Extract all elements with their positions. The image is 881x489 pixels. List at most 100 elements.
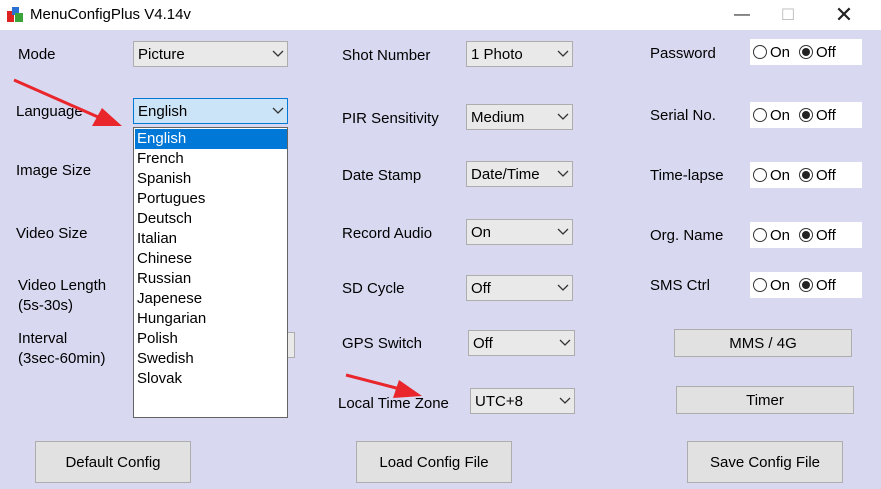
date-stamp-label: Date Stamp: [342, 167, 422, 184]
shot-number-value: 1 Photo: [471, 45, 523, 63]
record-audio-value: On: [471, 223, 492, 241]
chevron-down-icon: [554, 162, 572, 186]
language-option[interactable]: French: [135, 149, 287, 169]
radio-label: Off: [816, 166, 836, 184]
language-option[interactable]: Russian: [135, 269, 287, 289]
chevron-down-icon: [554, 276, 572, 300]
radio-label: Off: [816, 276, 836, 294]
timelapse-radio-group: On Off: [750, 162, 862, 188]
interval-label: Interval (3sec-60min): [18, 330, 106, 367]
smsctrl-off-radio[interactable]: Off: [799, 277, 836, 294]
chevron-down-icon: [556, 331, 574, 355]
language-dropdown-list: English French Spanish Portugues Deutsch…: [133, 127, 288, 418]
date-stamp-select[interactable]: Date/Time: [466, 161, 573, 187]
language-option[interactable]: Chinese: [135, 249, 287, 269]
chevron-down-icon: [554, 42, 572, 66]
radio-label: On: [770, 276, 791, 294]
language-select[interactable]: English: [133, 98, 288, 124]
pir-sensitivity-select[interactable]: Medium: [466, 104, 573, 130]
gps-switch-select[interactable]: Off: [468, 330, 575, 356]
sd-cycle-select[interactable]: Off: [466, 275, 573, 301]
radio-checked-icon: [799, 108, 814, 122]
smsctrl-on-radio[interactable]: On: [753, 277, 790, 294]
radio-label: On: [770, 106, 791, 124]
app-icon: [7, 7, 23, 22]
load-config-button[interactable]: Load Config File: [356, 441, 512, 483]
orgname-on-radio[interactable]: On: [753, 227, 790, 244]
language-option[interactable]: Japenese: [135, 289, 287, 309]
password-radio-group: On Off: [750, 39, 862, 65]
video-length-label: Video Length (5s-30s): [18, 277, 107, 314]
smsctrl-radio-group: On Off: [750, 272, 862, 298]
radio-checked-icon: [799, 228, 814, 242]
shot-number-select[interactable]: 1 Photo: [466, 41, 573, 67]
gps-switch-label: GPS Switch: [342, 335, 423, 352]
mode-label: Mode: [18, 46, 56, 63]
pir-sensitivity-label: PIR Sensitivity: [342, 110, 439, 127]
chevron-down-icon: [554, 105, 572, 129]
password-label: Password: [650, 45, 716, 62]
video-size-label: Video Size: [16, 225, 88, 242]
maximize-icon[interactable]: ☐: [765, 0, 811, 30]
record-audio-select[interactable]: On: [466, 219, 573, 245]
org-name-label: Org. Name: [650, 227, 724, 244]
default-config-button[interactable]: Default Config: [35, 441, 191, 483]
close-icon[interactable]: ✕: [821, 0, 867, 30]
serial-on-radio[interactable]: On: [753, 107, 790, 124]
serial-radio-group: On Off: [750, 102, 862, 128]
radio-empty-icon: [753, 278, 767, 292]
language-option[interactable]: Italian: [135, 229, 287, 249]
chevron-down-icon: [556, 389, 574, 413]
timelapse-on-radio[interactable]: On: [753, 167, 790, 184]
window-title: MenuConfigPlus V4.14v: [30, 6, 191, 23]
language-label: Language: [16, 103, 83, 120]
language-option[interactable]: Swedish: [135, 349, 287, 369]
orgname-off-radio[interactable]: Off: [799, 227, 836, 244]
radio-label: Off: [816, 226, 836, 244]
language-option[interactable]: Polish: [135, 329, 287, 349]
sms-ctrl-label: SMS Ctrl: [650, 277, 710, 294]
timelapse-off-radio[interactable]: Off: [799, 167, 836, 184]
language-option[interactable]: Slovak: [135, 369, 287, 389]
radio-label: On: [770, 226, 791, 244]
radio-empty-icon: [753, 168, 767, 182]
orgname-radio-group: On Off: [750, 222, 862, 248]
save-config-button[interactable]: Save Config File: [687, 441, 843, 483]
password-on-radio[interactable]: On: [753, 44, 790, 61]
mms-4g-button[interactable]: MMS / 4G: [674, 329, 852, 357]
language-option[interactable]: Portugues: [135, 189, 287, 209]
shot-number-label: Shot Number: [342, 47, 431, 64]
timer-button[interactable]: Timer: [676, 386, 854, 414]
sd-cycle-value: Off: [471, 279, 491, 297]
serial-no-label: Serial No.: [650, 107, 716, 124]
radio-checked-icon: [799, 278, 814, 292]
image-size-label: Image Size: [16, 162, 92, 179]
language-option[interactable]: English: [135, 129, 287, 149]
radio-checked-icon: [799, 45, 814, 59]
title-bar: MenuConfigPlus V4.14v — ☐ ✕: [0, 0, 881, 30]
radio-label: On: [770, 166, 791, 184]
main-panel: Mode Picture Language English Image Size…: [0, 30, 881, 489]
radio-checked-icon: [799, 168, 814, 182]
record-audio-label: Record Audio: [342, 225, 433, 242]
time-lapse-label: Time-lapse: [650, 167, 724, 184]
pir-sensitivity-value: Medium: [471, 108, 525, 126]
gps-switch-value: Off: [473, 334, 493, 352]
radio-label: Off: [816, 43, 836, 61]
mode-value: Picture: [138, 45, 185, 63]
mode-select[interactable]: Picture: [133, 41, 288, 67]
password-off-radio[interactable]: Off: [799, 44, 836, 61]
language-option[interactable]: Hungarian: [135, 309, 287, 329]
local-time-zone-value: UTC+8: [475, 392, 523, 410]
local-time-zone-label: Local Time Zone: [338, 395, 449, 412]
sd-cycle-label: SD Cycle: [342, 280, 405, 297]
language-option[interactable]: Spanish: [135, 169, 287, 189]
chevron-down-icon: [269, 99, 287, 123]
radio-empty-icon: [753, 228, 767, 242]
language-option[interactable]: Deutsch: [135, 209, 287, 229]
date-stamp-value: Date/Time: [471, 165, 540, 183]
radio-label: On: [770, 43, 791, 61]
minimize-icon[interactable]: —: [719, 0, 765, 30]
local-time-zone-select[interactable]: UTC+8: [470, 388, 575, 414]
serial-off-radio[interactable]: Off: [799, 107, 836, 124]
